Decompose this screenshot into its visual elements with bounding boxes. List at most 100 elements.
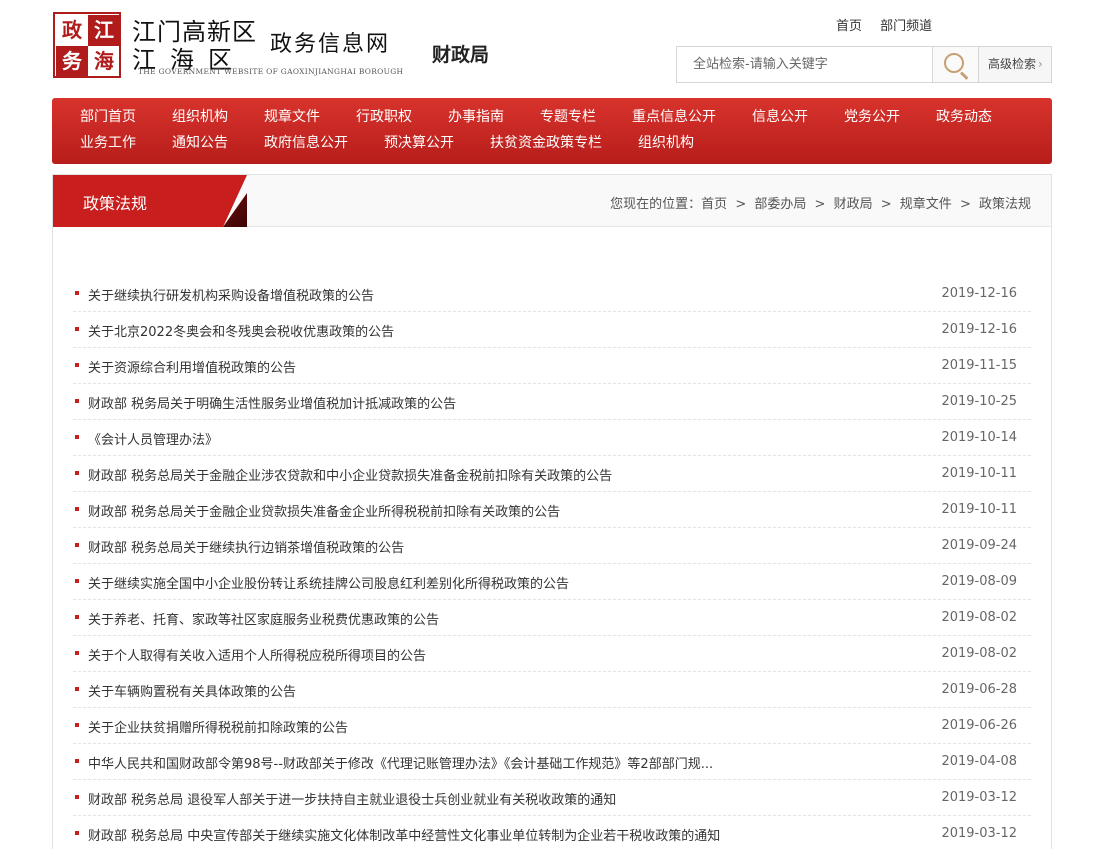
search-input[interactable]: 全站检索-请输入关键字 bbox=[676, 46, 933, 83]
article-title-link[interactable]: 关于资源综合利用增值税政策的公告 bbox=[88, 357, 296, 376]
list-item[interactable]: 中华人民共和国财政部令第98号--财政部关于修改《代理记账管理办法》《会计基础工… bbox=[73, 744, 1031, 780]
breadcrumb-current[interactable]: 政策法规 bbox=[979, 197, 1031, 212]
article-title-link[interactable]: 《会计人员管理办法》 bbox=[88, 429, 218, 448]
article-title-link[interactable]: 财政部 税务总局关于金融企业涉农贷款和中小企业贷款损失准备金税前扣除有关政策的公… bbox=[88, 465, 612, 484]
list-item[interactable]: 财政部 税务总局关于金融企业贷款损失准备金企业所得税税前扣除有关政策的公告 201… bbox=[73, 492, 1031, 528]
bullet-icon bbox=[75, 795, 79, 799]
list-item[interactable]: 关于企业扶贫捐赠所得税税前扣除政策的公告 2019-06-26 bbox=[73, 708, 1031, 744]
nav-item-special-topics[interactable]: 专题专栏 bbox=[540, 104, 596, 130]
article-date: 2019-11-15 bbox=[941, 358, 1017, 373]
breadcrumb-home[interactable]: 首页 bbox=[701, 197, 727, 212]
nav-item-budget[interactable]: 预决算公开 bbox=[384, 130, 454, 156]
list-item[interactable]: 财政部 税务总局 退役军人部关于进一步扶持自主就业退役士兵创业就业有关税收政策的… bbox=[73, 780, 1031, 816]
list-item[interactable]: 关于个人取得有关收入适用个人所得税应税所得项目的公告 2019-08-02 bbox=[73, 636, 1031, 672]
breadcrumb-regulations[interactable]: 规章文件 bbox=[900, 197, 952, 212]
nav-item-gov-info[interactable]: 政府信息公开 bbox=[264, 130, 348, 156]
main-nav: 部门首页 组织机构 规章文件 行政职权 办事指南 专题专栏 重点信息公开 信息公… bbox=[52, 98, 1052, 164]
article-date: 2019-10-25 bbox=[941, 394, 1017, 409]
breadcrumb-finance-bureau[interactable]: 财政局 bbox=[834, 197, 873, 212]
logo-seal-char: 务 bbox=[56, 46, 88, 77]
top-link-home[interactable]: 首页 bbox=[836, 19, 862, 34]
bullet-icon bbox=[75, 471, 79, 475]
breadcrumb-prefix: 您现在的位置： bbox=[610, 197, 702, 212]
nav-item-organization-2[interactable]: 组织机构 bbox=[638, 130, 694, 156]
logo-seal-char: 江 bbox=[88, 15, 120, 46]
top-link-dept-channel[interactable]: 部门频道 bbox=[880, 19, 932, 34]
article-title-link[interactable]: 关于车辆购置税有关具体政策的公告 bbox=[88, 681, 296, 700]
bullet-icon bbox=[75, 651, 79, 655]
logo-english: THE GOVERNMENT WEBSITE OF GAOXINJIANGHAI… bbox=[138, 67, 404, 76]
nav-item-admin-powers[interactable]: 行政职权 bbox=[356, 104, 412, 130]
bullet-icon bbox=[75, 399, 79, 403]
article-title-link[interactable]: 财政部 税务总局关于金融企业贷款损失准备金企业所得税税前扣除有关政策的公告 bbox=[88, 501, 560, 520]
list-item[interactable]: 财政部 税务总局 中央宣传部关于继续实施文化体制改革中经营性文化事业单位转制为企… bbox=[73, 816, 1031, 849]
list-item[interactable]: 关于养老、托育、家政等社区家庭服务业税费优惠政策的公告 2019-08-02 bbox=[73, 600, 1031, 636]
article-title-link[interactable]: 关于北京2022冬奥会和冬残奥会税收优惠政策的公告 bbox=[88, 321, 394, 340]
search-button[interactable] bbox=[932, 46, 979, 83]
nav-item-notices[interactable]: 通知公告 bbox=[172, 130, 228, 156]
article-title-link[interactable]: 关于继续执行研发机构采购设备增值税政策的公告 bbox=[88, 285, 374, 304]
logo-seal-char: 海 bbox=[94, 49, 114, 73]
article-date: 2019-06-26 bbox=[941, 718, 1017, 733]
nav-item-business-work[interactable]: 业务工作 bbox=[80, 130, 136, 156]
breadcrumb-departments[interactable]: 部委办局 bbox=[754, 197, 806, 212]
top-links: 首页 部门频道 bbox=[836, 15, 946, 34]
list-item[interactable]: 关于继续实施全国中小企业股份转让系统挂牌公司股息红利差别化所得税政策的公告 201… bbox=[73, 564, 1031, 600]
nav-item-dept-home[interactable]: 部门首页 bbox=[80, 104, 136, 130]
nav-row-2: 业务工作 通知公告 政府信息公开 预决算公开 扶贫资金政策专栏 组织机构 bbox=[52, 130, 1052, 156]
logo-seal-char: 政 bbox=[62, 18, 82, 42]
logo-seal[interactable]: 政 江 务 海 bbox=[53, 12, 121, 78]
bullet-icon bbox=[75, 363, 79, 367]
nav-item-regulations[interactable]: 规章文件 bbox=[264, 104, 320, 130]
list-item[interactable]: 关于北京2022冬奥会和冬残奥会税收优惠政策的公告 2019-12-16 bbox=[73, 312, 1031, 348]
nav-item-party-affairs[interactable]: 党务公开 bbox=[844, 104, 900, 130]
department-name: 财政局 bbox=[432, 44, 490, 66]
article-date: 2019-10-11 bbox=[941, 466, 1017, 481]
bullet-icon bbox=[75, 507, 79, 511]
bullet-icon bbox=[75, 435, 79, 439]
content-panel: 政策法规 您现在的位置：首页 > 部委办局 > 财政局 > 规章文件 > 政策法… bbox=[52, 174, 1052, 849]
article-title-link[interactable]: 中华人民共和国财政部令第98号--财政部关于修改《代理记账管理办法》《会计基础工… bbox=[88, 753, 713, 772]
list-item[interactable]: 财政部 税务总局关于金融企业涉农贷款和中小企业贷款损失准备金税前扣除有关政策的公… bbox=[73, 456, 1031, 492]
section-title-bar: 政策法规 您现在的位置：首页 > 部委办局 > 财政局 > 规章文件 > 政策法… bbox=[53, 175, 1051, 227]
article-date: 2019-12-16 bbox=[941, 286, 1017, 301]
article-title-link[interactable]: 关于个人取得有关收入适用个人所得税应税所得项目的公告 bbox=[88, 645, 426, 664]
article-date: 2019-08-09 bbox=[941, 574, 1017, 589]
nav-item-key-disclosure[interactable]: 重点信息公开 bbox=[632, 104, 716, 130]
list-item[interactable]: 关于继续执行研发机构采购设备增值税政策的公告 2019-12-16 bbox=[73, 276, 1031, 312]
bullet-icon bbox=[75, 723, 79, 727]
search-icon bbox=[944, 53, 964, 73]
breadcrumb-separator: > bbox=[959, 197, 971, 212]
advanced-search-button[interactable]: 高级检索 › bbox=[979, 46, 1052, 83]
bullet-icon bbox=[75, 759, 79, 763]
article-date: 2019-08-02 bbox=[941, 610, 1017, 625]
list-item[interactable]: 关于资源综合利用增值税政策的公告 2019-11-15 bbox=[73, 348, 1031, 384]
article-title-link[interactable]: 财政部 税务局关于明确生活性服务业增值税加计抵减政策的公告 bbox=[88, 393, 456, 412]
list-item[interactable]: 《会计人员管理办法》 2019-10-14 bbox=[73, 420, 1031, 456]
article-title-link[interactable]: 关于企业扶贫捐赠所得税税前扣除政策的公告 bbox=[88, 717, 348, 736]
article-title-link[interactable]: 财政部 税务总局 退役军人部关于进一步扶持自主就业退役士兵创业就业有关税收政策的… bbox=[88, 789, 616, 808]
article-date: 2019-12-16 bbox=[941, 322, 1017, 337]
breadcrumb: 您现在的位置：首页 > 部委办局 > 财政局 > 规章文件 > 政策法规 bbox=[610, 193, 1031, 212]
article-title-link[interactable]: 财政部 税务总局 中央宣传部关于继续实施文化体制改革中经营性文化事业单位转制为企… bbox=[88, 825, 720, 844]
article-date: 2019-03-12 bbox=[941, 790, 1017, 805]
nav-item-service-guide[interactable]: 办事指南 bbox=[448, 104, 504, 130]
article-date: 2019-08-02 bbox=[941, 646, 1017, 661]
nav-item-poverty-funds[interactable]: 扶贫资金政策专栏 bbox=[490, 130, 602, 156]
bullet-icon bbox=[75, 543, 79, 547]
site-header: 政 江 务 海 江门高新区 江海区 政务信息网 THE GOVERNMENT W… bbox=[0, 0, 1118, 96]
breadcrumb-separator: > bbox=[735, 197, 747, 212]
bullet-icon bbox=[75, 831, 79, 835]
advanced-search-label: 高级检索 bbox=[988, 57, 1037, 71]
article-title-link[interactable]: 关于继续实施全国中小企业股份转让系统挂牌公司股息红利差别化所得税政策的公告 bbox=[88, 573, 569, 592]
nav-item-organization[interactable]: 组织机构 bbox=[172, 104, 228, 130]
bullet-icon bbox=[75, 687, 79, 691]
nav-item-gov-news[interactable]: 政务动态 bbox=[936, 104, 992, 130]
article-date: 2019-09-24 bbox=[941, 538, 1017, 553]
nav-item-info-disclosure[interactable]: 信息公开 bbox=[752, 104, 808, 130]
article-title-link[interactable]: 关于养老、托育、家政等社区家庭服务业税费优惠政策的公告 bbox=[88, 609, 439, 628]
list-item[interactable]: 关于车辆购置税有关具体政策的公告 2019-06-28 bbox=[73, 672, 1031, 708]
article-title-link[interactable]: 财政部 税务总局关于继续执行边销茶增值税政策的公告 bbox=[88, 537, 404, 556]
list-item[interactable]: 财政部 税务局关于明确生活性服务业增值税加计抵减政策的公告 2019-10-25 bbox=[73, 384, 1031, 420]
list-item[interactable]: 财政部 税务总局关于继续执行边销茶增值税政策的公告 2019-09-24 bbox=[73, 528, 1031, 564]
